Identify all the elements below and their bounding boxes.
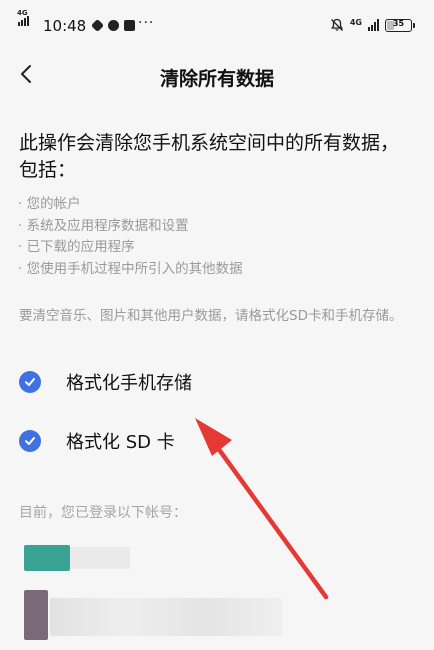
format-note: 要清空音乐、图片和其他用户数据，请格式化SD卡和手机存储。 [19,308,403,324]
list-item: 已下载的应用程序 [18,237,418,259]
account-item-blurred [24,590,284,640]
header: 清除所有数据 [0,44,434,106]
status-bar: 4G 10:48 ··· 4G 35 [0,0,434,44]
option-label: 格式化 SD 卡 [66,432,175,453]
account-item-blurred [24,545,164,575]
more-notifications-icon: ··· [138,15,155,31]
notification-icons [90,18,135,33]
check-icon [25,378,35,386]
checkbox-checked[interactable] [19,430,41,452]
option-label: 格式化手机存储 [66,373,192,394]
status-time: 10:48 [43,17,87,35]
app-notification-icon [90,18,105,33]
format-phone-storage-option[interactable]: 格式化手机存储 [19,364,399,400]
data-items-list: 您的帐户 系统及应用程序数据和设置 已下载的应用程序 您使用手机过程中所引入的其… [18,194,418,280]
app-notification-icon [124,20,135,31]
page-title: 清除所有数据 [159,68,274,90]
checkbox-checked[interactable] [19,371,41,393]
battery-level: 35 [392,18,405,28]
mute-bell-icon [330,18,343,31]
list-item: 系统及应用程序数据和设置 [18,216,418,238]
format-sd-card-option[interactable]: 格式化 SD 卡 [19,423,399,459]
accounts-label: 目前，您已登录以下帐号： [19,505,187,521]
signal-icon [18,16,29,26]
check-icon [25,437,35,445]
list-item: 您使用手机过程中所引入的其他数据 [18,259,418,281]
network-type-label: 4G [349,17,362,27]
list-item: 您的帐户 [18,194,418,216]
battery-icon: 35 [385,18,415,32]
signal-icon [368,19,379,31]
intro-text: 此操作会清除您手机系统空间中的所有数据，包括： [19,132,400,181]
app-notification-icon [108,20,119,31]
